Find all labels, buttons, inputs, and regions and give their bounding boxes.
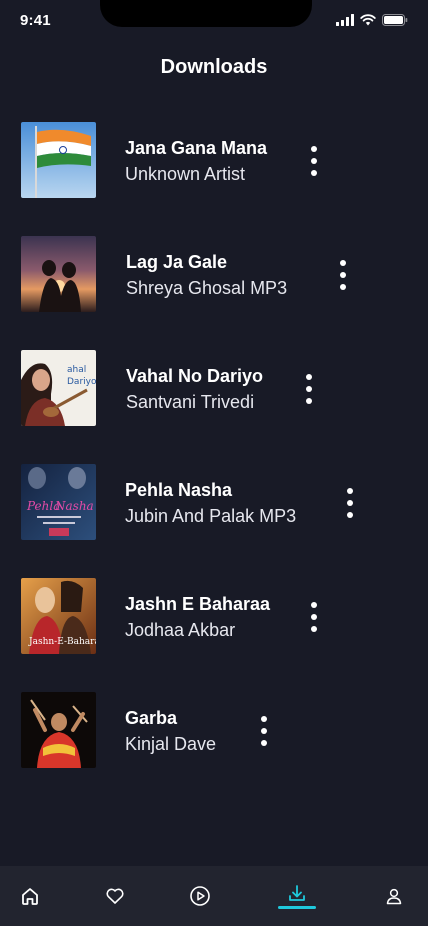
- song-row[interactable]: ahal Dariyo Vahal No Dariyo Santvani Tri…: [0, 350, 428, 426]
- song-artist: Jubin And Palak MP3: [125, 506, 297, 526]
- album-art: [21, 692, 96, 768]
- song-title: Lag Ja Gale: [126, 252, 228, 272]
- wifi-icon: [360, 14, 376, 26]
- album-art: [21, 236, 96, 312]
- album-art: [21, 122, 96, 198]
- svg-text:Nasha: Nasha: [54, 499, 94, 513]
- more-options-icon[interactable]: [307, 602, 321, 632]
- song-row[interactable]: Garba Kinjal Dave: [0, 692, 428, 768]
- status-icons: [336, 14, 408, 26]
- song-title: Jana Gana Mana: [125, 138, 268, 158]
- more-options-icon[interactable]: [302, 374, 316, 404]
- home-icon[interactable]: [18, 884, 42, 908]
- svg-text:Dariyo: Dariyo: [67, 377, 96, 387]
- song-artist: Unknown Artist: [125, 164, 246, 184]
- song-title: Pehla Nasha: [125, 480, 233, 500]
- bottom-nav: [0, 866, 428, 926]
- device-notch: [100, 0, 312, 27]
- active-tab-indicator: [278, 906, 316, 909]
- download-icon[interactable]: [285, 882, 309, 906]
- song-row[interactable]: Jashn-E-Baharaa Jashn E Baharaa Jodhaa A…: [0, 578, 428, 654]
- more-options-icon[interactable]: [257, 716, 271, 746]
- battery-icon: [382, 14, 408, 26]
- song-title: Jashn E Baharaa: [125, 594, 271, 614]
- status-bar: 9:41: [0, 0, 428, 44]
- more-options-icon[interactable]: [307, 146, 321, 176]
- album-art: Pehla Nasha: [21, 464, 96, 540]
- song-artist: Jodhaa Akbar: [125, 620, 236, 640]
- play-circle-icon[interactable]: [188, 884, 212, 908]
- album-art: Jashn-E-Baharaa: [21, 578, 96, 654]
- song-row[interactable]: Jana Gana Mana Unknown Artist: [0, 122, 428, 198]
- cellular-signal-icon: [336, 14, 354, 26]
- song-title: Garba: [125, 708, 178, 728]
- heart-icon[interactable]: [103, 884, 127, 908]
- status-time: 9:41: [20, 12, 51, 29]
- profile-icon[interactable]: [382, 884, 406, 908]
- song-artist: Kinjal Dave: [125, 734, 217, 754]
- song-row[interactable]: Pehla Nasha Pehla Nasha Jubin And Palak …: [0, 464, 428, 540]
- more-options-icon[interactable]: [336, 260, 350, 290]
- svg-text:ahal: ahal: [67, 365, 86, 375]
- song-artist: Santvani Trivedi: [126, 392, 255, 412]
- song-row[interactable]: Lag Ja Gale Shreya Ghosal MP3: [0, 236, 428, 312]
- song-artist: Shreya Ghosal MP3: [126, 278, 288, 298]
- album-art: ahal Dariyo: [21, 350, 96, 426]
- svg-text:Jashn-E-Baharaa: Jashn-E-Baharaa: [28, 637, 96, 647]
- song-title: Vahal No Dariyo: [126, 366, 264, 386]
- page-title: Downloads: [160, 56, 268, 78]
- more-options-icon[interactable]: [343, 488, 357, 518]
